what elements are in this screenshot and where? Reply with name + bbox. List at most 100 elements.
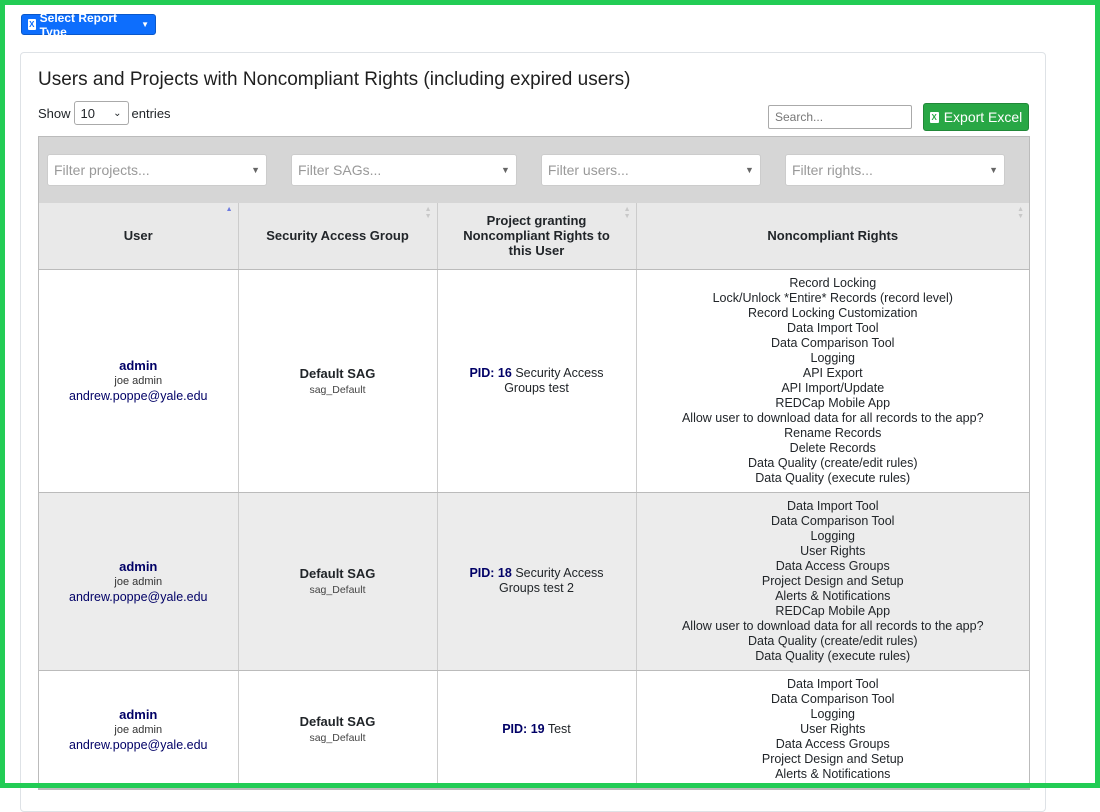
sag-cell: Default SAG sag_Default (238, 670, 438, 789)
right-item: API Export (802, 365, 863, 380)
column-header-rights-label: Noncompliant Rights (767, 228, 899, 244)
right-item: Data Quality (create/edit rules) (747, 633, 918, 648)
chevron-down-icon: ⌄ (113, 107, 122, 119)
right-item: Data Quality (execute rules) (755, 648, 911, 663)
user-cell: admin joe admin andrew.poppe@yale.edu (39, 492, 239, 671)
select-report-type-button[interactable]: X Select Report Type ▼ (21, 11, 156, 39)
right-item: User Rights (800, 721, 866, 736)
right-item: Alerts & Notifications (775, 766, 891, 781)
column-header-project[interactable]: Project granting Noncompliant Rights to … (437, 203, 637, 270)
filter-projects-select[interactable]: Filter projects... ▼ (47, 154, 268, 186)
right-item: Record Locking (789, 275, 877, 290)
page-title: Users and Projects with Noncompliant Rig… (38, 69, 631, 90)
filter-users-select[interactable]: Filter users... ▼ (540, 154, 761, 186)
project-cell: PID: 19 Test (437, 670, 637, 789)
right-item: Record Locking Customization (747, 305, 918, 320)
pid-value: 18 (497, 566, 512, 580)
right-item: Data Comparison Tool (771, 335, 895, 350)
entries-value: 10 (80, 105, 95, 121)
filter-row: Filter projects... ▼ Filter SAGs... ▼ Fi… (39, 137, 1029, 203)
excel-file-icon: X (28, 19, 36, 30)
column-header-user[interactable]: User ▲▼ (39, 203, 239, 270)
right-item: REDCap Mobile App (775, 395, 891, 410)
sag-name: Default SAG (299, 566, 376, 581)
user-fullname: joe admin (114, 723, 163, 736)
column-header-project-label: Project granting Noncompliant Rights to … (463, 213, 610, 259)
project-title: Security Access Groups test (504, 365, 604, 395)
table-row: admin joe admin andrew.poppe@yale.edu De… (39, 670, 1029, 789)
right-item: Project Design and Setup (761, 751, 904, 766)
right-item: Data Import Tool (787, 320, 879, 335)
sort-ascending-icon: ▲▼ (225, 206, 233, 213)
caret-down-icon: ▼ (141, 20, 149, 29)
search-input[interactable] (768, 105, 912, 129)
excel-file-icon: X (929, 111, 939, 123)
sort-icon: ▲ ▼ (1017, 206, 1024, 220)
right-item: Logging (810, 706, 856, 721)
chevron-down-icon: ▼ (745, 165, 754, 175)
user-email[interactable]: andrew.poppe@yale.edu (43, 590, 234, 604)
sag-name: Default SAG (299, 365, 376, 381)
right-item: Logging (810, 528, 856, 543)
show-label: Show (38, 105, 71, 121)
right-item: Lock/Unlock *Entire* Records (record lev… (712, 290, 953, 305)
data-table: User ▲▼ Security Access Group ▲▼ Project… (39, 203, 1029, 789)
entries-label: entries (131, 105, 171, 121)
export-excel-label: Export Excel (943, 109, 1023, 125)
project-title: Test (547, 721, 571, 736)
project-title: Security Access Groups test 2 (498, 566, 604, 595)
rights-cell: Record Locking Lock/Unlock *Entire* Reco… (636, 269, 1029, 493)
column-header-sag-label: Security Access Group (266, 228, 409, 244)
sort-icon: ▲ ▼ (424, 206, 432, 220)
right-item: Data Access Groups (775, 558, 890, 573)
right-item: Data Import Tool (787, 676, 879, 691)
right-item: Allow user to download data for all reco… (681, 618, 984, 633)
user-cell: admin joe admin andrew.poppe@yale.edu (39, 269, 239, 493)
filter-sags-placeholder: Filter SAGs... (298, 162, 382, 178)
filter-projects-placeholder: Filter projects... (54, 162, 150, 178)
length-control: Show 10 ⌄ entries (38, 101, 171, 125)
right-item: Data Access Groups (775, 736, 890, 751)
pid-value: 16 (497, 365, 512, 380)
export-excel-button[interactable]: X Export Excel (923, 103, 1029, 131)
right-item: Data Comparison Tool (771, 513, 895, 528)
sag-id: sag_Default (309, 732, 366, 744)
entries-select[interactable]: 10 ⌄ (73, 101, 129, 125)
right-item: Rename Records (784, 425, 882, 440)
right-item: Allow user to download data for all reco… (681, 410, 984, 425)
right-item: Data Quality (execute rules) (755, 470, 911, 485)
right-item: Project Design and Setup (761, 573, 904, 588)
project-link[interactable]: PID: 19 Test (442, 722, 632, 737)
right-item: Data Comparison Tool (771, 691, 895, 706)
user-cell: admin joe admin andrew.poppe@yale.edu (39, 670, 239, 789)
username-link[interactable]: admin (43, 358, 234, 373)
select-report-type-label: Select Report Type (39, 10, 117, 39)
filter-rights-placeholder: Filter rights... (791, 162, 873, 178)
column-header-user-label: User (123, 228, 153, 244)
sort-icon: ▲ ▼ (623, 206, 631, 220)
pid-value: 19 (530, 721, 545, 736)
pid-label: PID: (502, 721, 528, 736)
sag-name: Default SAG (299, 714, 376, 729)
filter-rights-select[interactable]: Filter rights... ▼ (784, 154, 1006, 186)
username-link[interactable]: admin (43, 707, 234, 722)
user-email[interactable]: andrew.poppe@yale.edu (43, 738, 234, 752)
right-item: Delete Records (789, 440, 876, 455)
right-item: User Rights (800, 543, 866, 558)
pid-label: PID: (469, 566, 495, 580)
column-header-rights[interactable]: Noncompliant Rights ▲ ▼ (636, 203, 1029, 270)
column-header-sag[interactable]: Security Access Group ▲ ▼ (238, 203, 438, 270)
rights-cell: Data Import Tool Data Comparison Tool Lo… (636, 670, 1029, 789)
sag-cell: Default SAG sag_Default (238, 269, 438, 493)
filter-sags-select[interactable]: Filter SAGs... ▼ (291, 154, 517, 186)
project-link[interactable]: PID: 18 Security Access Groups test 2 (442, 566, 632, 596)
right-item: API Import/Update (781, 380, 885, 395)
sag-cell: Default SAG sag_Default (238, 492, 438, 671)
user-email[interactable]: andrew.poppe@yale.edu (43, 389, 234, 403)
right-item: REDCap Mobile App (775, 603, 891, 618)
right-item: Alerts & Notifications (775, 588, 891, 603)
sag-id: sag_Default (309, 383, 366, 396)
chevron-down-icon: ▼ (989, 165, 999, 175)
username-link[interactable]: admin (43, 559, 234, 574)
project-link[interactable]: PID: 16 Security Access Groups test (442, 366, 632, 396)
